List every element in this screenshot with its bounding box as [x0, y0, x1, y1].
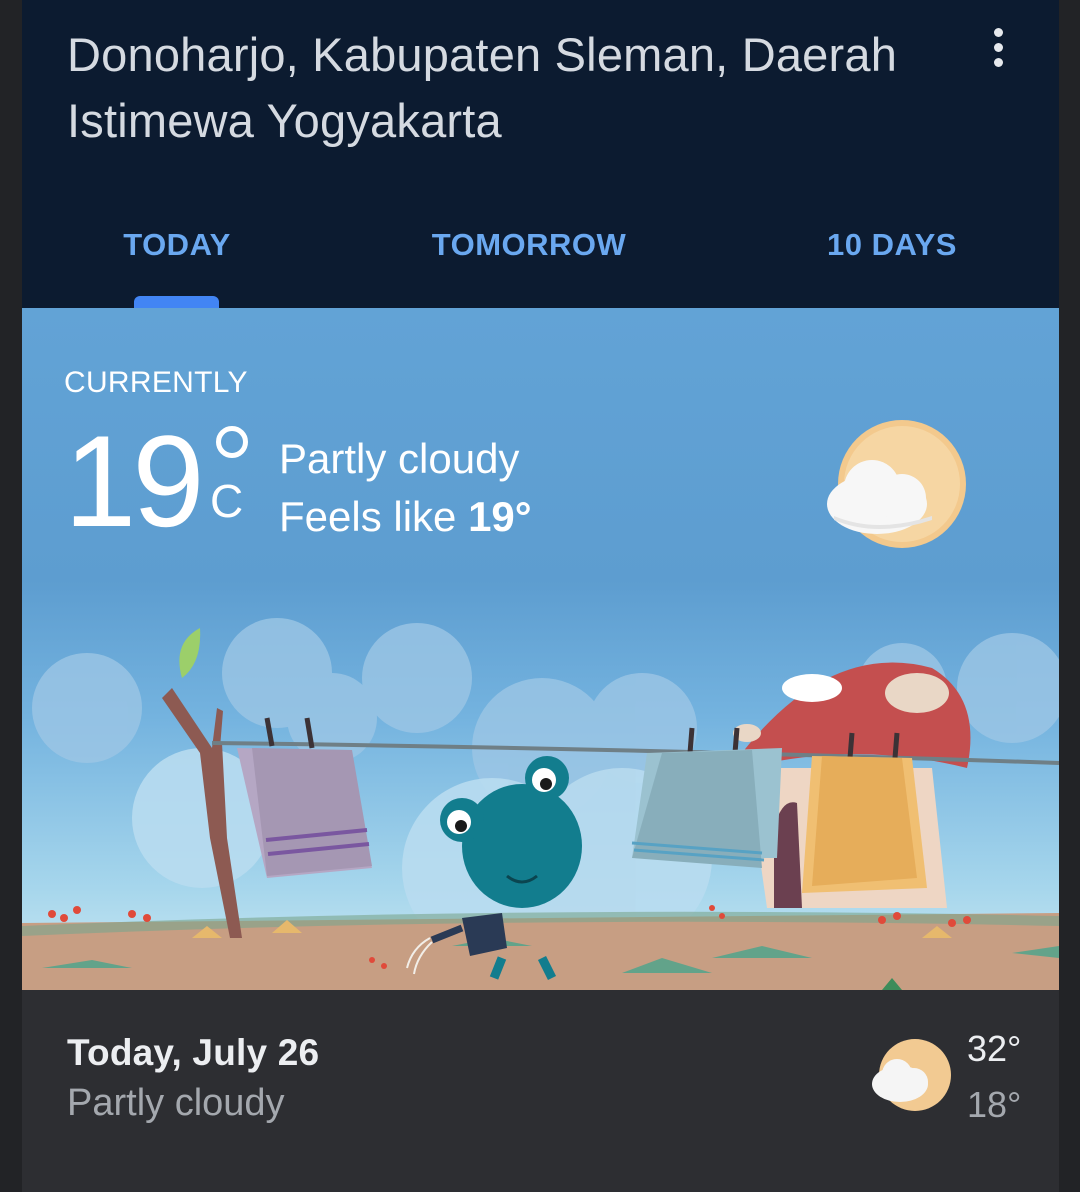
degree-symbol — [216, 426, 248, 458]
forecast-condition: Partly cloudy — [67, 1082, 285, 1124]
tab-tomorrow[interactable]: TOMORROW — [410, 200, 648, 308]
location-line-2: Istimewa Yogyakarta — [67, 94, 502, 147]
more-options-button[interactable] — [977, 24, 1019, 70]
feels-like-value: 19° — [468, 493, 532, 540]
tab-10-days[interactable]: 10 DAYS — [802, 200, 982, 308]
feels-like-label: Feels like — [279, 493, 469, 540]
feels-like: Feels like 19° — [279, 488, 532, 546]
forecast-low: 18° — [967, 1084, 1022, 1125]
today-forecast-row[interactable]: Today, July 26 Partly cloudy 32° 18° — [22, 990, 1059, 1192]
current-conditions-panel: CURRENTLY 19 C Partly cloudy Feels like … — [22, 308, 1059, 990]
forecast-high: 32° — [967, 1028, 1022, 1069]
tab-indicator — [134, 296, 219, 308]
location-title: Donoharjo, Kabupaten Sleman, Daerah Isti… — [67, 22, 947, 154]
doodle-scene — [22, 618, 1059, 990]
weather-card: Donoharjo, Kabupaten Sleman, Daerah Isti… — [22, 0, 1059, 1192]
partly-cloudy-icon — [827, 420, 966, 548]
forecast-partly-cloudy-icon — [872, 1039, 951, 1111]
tab-today[interactable]: TODAY — [79, 200, 275, 308]
current-temperature: 19 — [64, 408, 205, 554]
currently-label: CURRENTLY — [64, 366, 248, 399]
more-vert-icon — [993, 27, 1003, 37]
temperature-unit: C — [210, 475, 244, 527]
forecast-date: Today, July 26 — [67, 1032, 320, 1073]
location-line-1: Donoharjo, Kabupaten Sleman, Daerah — [67, 28, 898, 81]
header: Donoharjo, Kabupaten Sleman, Daerah Isti… — [22, 0, 1059, 308]
tab-bar: TODAY TOMORROW 10 DAYS — [22, 200, 1059, 308]
current-condition: Partly cloudy — [279, 435, 520, 482]
